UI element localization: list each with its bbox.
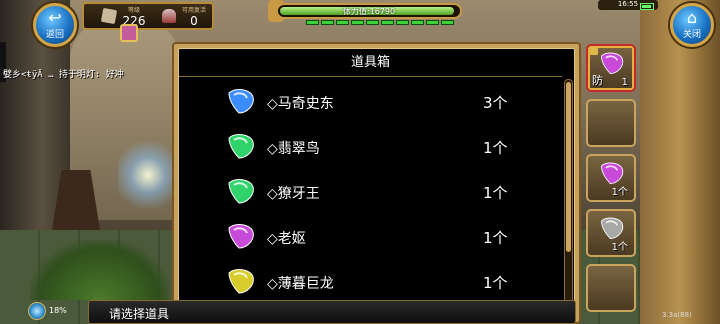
item-name: ◇老妪 <box>267 231 306 247</box>
item-box-inner: 道具箱 ◇马奇史东 3个 ◇翡翠鸟 1个 ◇獠牙王 1个 ◇老妪 1个 ◇薄暮巨龙 1个 <box>178 48 575 322</box>
revive-stat: 可用复活 0 <box>176 5 212 29</box>
slot-count: 1个 <box>611 187 628 198</box>
gem-icon <box>225 87 257 115</box>
equipment-slots: 防 1 1个 1个 <box>584 42 640 324</box>
equipment-slot[interactable] <box>586 264 636 312</box>
item-name: ◇薄暮巨龙 <box>267 276 334 292</box>
gift-box-icon[interactable] <box>120 24 138 42</box>
stamina-segment <box>321 20 334 25</box>
revive-icon <box>162 9 176 23</box>
equipment-slot[interactable]: 1个 <box>586 154 636 202</box>
slot-label: 防 <box>592 74 603 87</box>
item-quantity: 1个 <box>483 139 508 157</box>
prompt-bar: 请选择道具 <box>88 300 576 324</box>
equipment-slot[interactable]: 1个 <box>586 209 636 257</box>
stamina-segment <box>396 20 409 25</box>
item-name: ◇獠牙王 <box>267 186 320 202</box>
revive-caption: 可用复活 <box>181 7 206 14</box>
back-arrow-icon: ↩ <box>48 8 62 27</box>
item-list: ◇马奇史东 3个 ◇翡翠鸟 1个 ◇獠牙王 1个 ◇老妪 1个 ◇薄暮巨龙 1个 <box>179 81 562 306</box>
hp-bar: 体力值:16790 <box>276 3 462 19</box>
item-box-panel: 道具箱 ◇马奇史东 3个 ◇翡翠鸟 1个 ◇獠牙王 1个 ◇老妪 1个 ◇薄暮巨龙 1个 <box>172 42 581 324</box>
home-icon: ⌂ <box>686 8 698 27</box>
lock-icon <box>590 47 598 55</box>
gem-icon <box>225 177 257 205</box>
item-quantity: 3个 <box>483 94 508 112</box>
stamina-segment <box>366 20 379 25</box>
scrollbar-thumb[interactable] <box>566 82 571 252</box>
stamina-segment <box>306 20 319 25</box>
chat-line: 嬖乡<ŧÿĀ … 持于明灯: 好冲 <box>3 70 124 80</box>
progress-orb-icon <box>28 302 46 320</box>
prompt-text: 请选择道具 <box>109 307 170 321</box>
battery-icon <box>640 3 654 10</box>
gem-icon <box>225 132 257 160</box>
back-button[interactable]: ↩ 返回 <box>33 3 77 47</box>
stamina-segment <box>381 20 394 25</box>
close-button[interactable]: ⌂ 关闭 <box>670 3 714 47</box>
item-row[interactable]: ◇獠牙王 1个 <box>179 171 562 216</box>
stamina-segment <box>351 20 364 25</box>
version-text: 3.3a(88) <box>662 311 692 319</box>
item-list-scrollbar[interactable] <box>564 79 573 319</box>
gem-icon <box>225 267 257 295</box>
item-row[interactable]: ◇马奇史东 3个 <box>179 81 562 126</box>
stamina-segment <box>336 20 349 25</box>
slot-count: 1 <box>621 77 628 88</box>
item-box-title: 道具箱 <box>179 49 562 77</box>
item-quantity: 1个 <box>483 229 508 247</box>
stamina-segments <box>306 20 454 25</box>
close-button-label: 关闭 <box>682 30 701 40</box>
slot-count: 1个 <box>611 242 628 253</box>
item-name: ◇翡翠鸟 <box>267 141 320 157</box>
item-quantity: 1个 <box>483 184 508 202</box>
progress-indicator: 18% <box>28 302 88 322</box>
item-row[interactable]: ◇老妪 1个 <box>179 216 562 261</box>
item-quantity: 1个 <box>483 274 508 292</box>
level-caption: 等级 <box>127 7 140 14</box>
progress-percent: 18% <box>49 306 67 315</box>
back-button-label: 返回 <box>45 30 64 40</box>
item-row[interactable]: ◇翡翠鸟 1个 <box>179 126 562 171</box>
stamina-segment <box>411 20 424 25</box>
background-sparkle <box>118 135 178 215</box>
background-right-wall <box>640 0 720 324</box>
gem-icon <box>225 222 257 250</box>
revive-value: 0 <box>190 14 198 28</box>
item-name: ◇马奇史东 <box>267 96 334 112</box>
equipment-slot[interactable] <box>586 99 636 147</box>
stamina-segment <box>441 20 454 25</box>
equipment-slot[interactable]: 防1 <box>586 44 636 92</box>
player-stats-frame: 等级 226 可用复活 0 <box>82 2 214 30</box>
hp-text: 体力值:16790 <box>342 7 396 16</box>
stamina-segment <box>426 20 439 25</box>
background-grass <box>30 240 170 300</box>
